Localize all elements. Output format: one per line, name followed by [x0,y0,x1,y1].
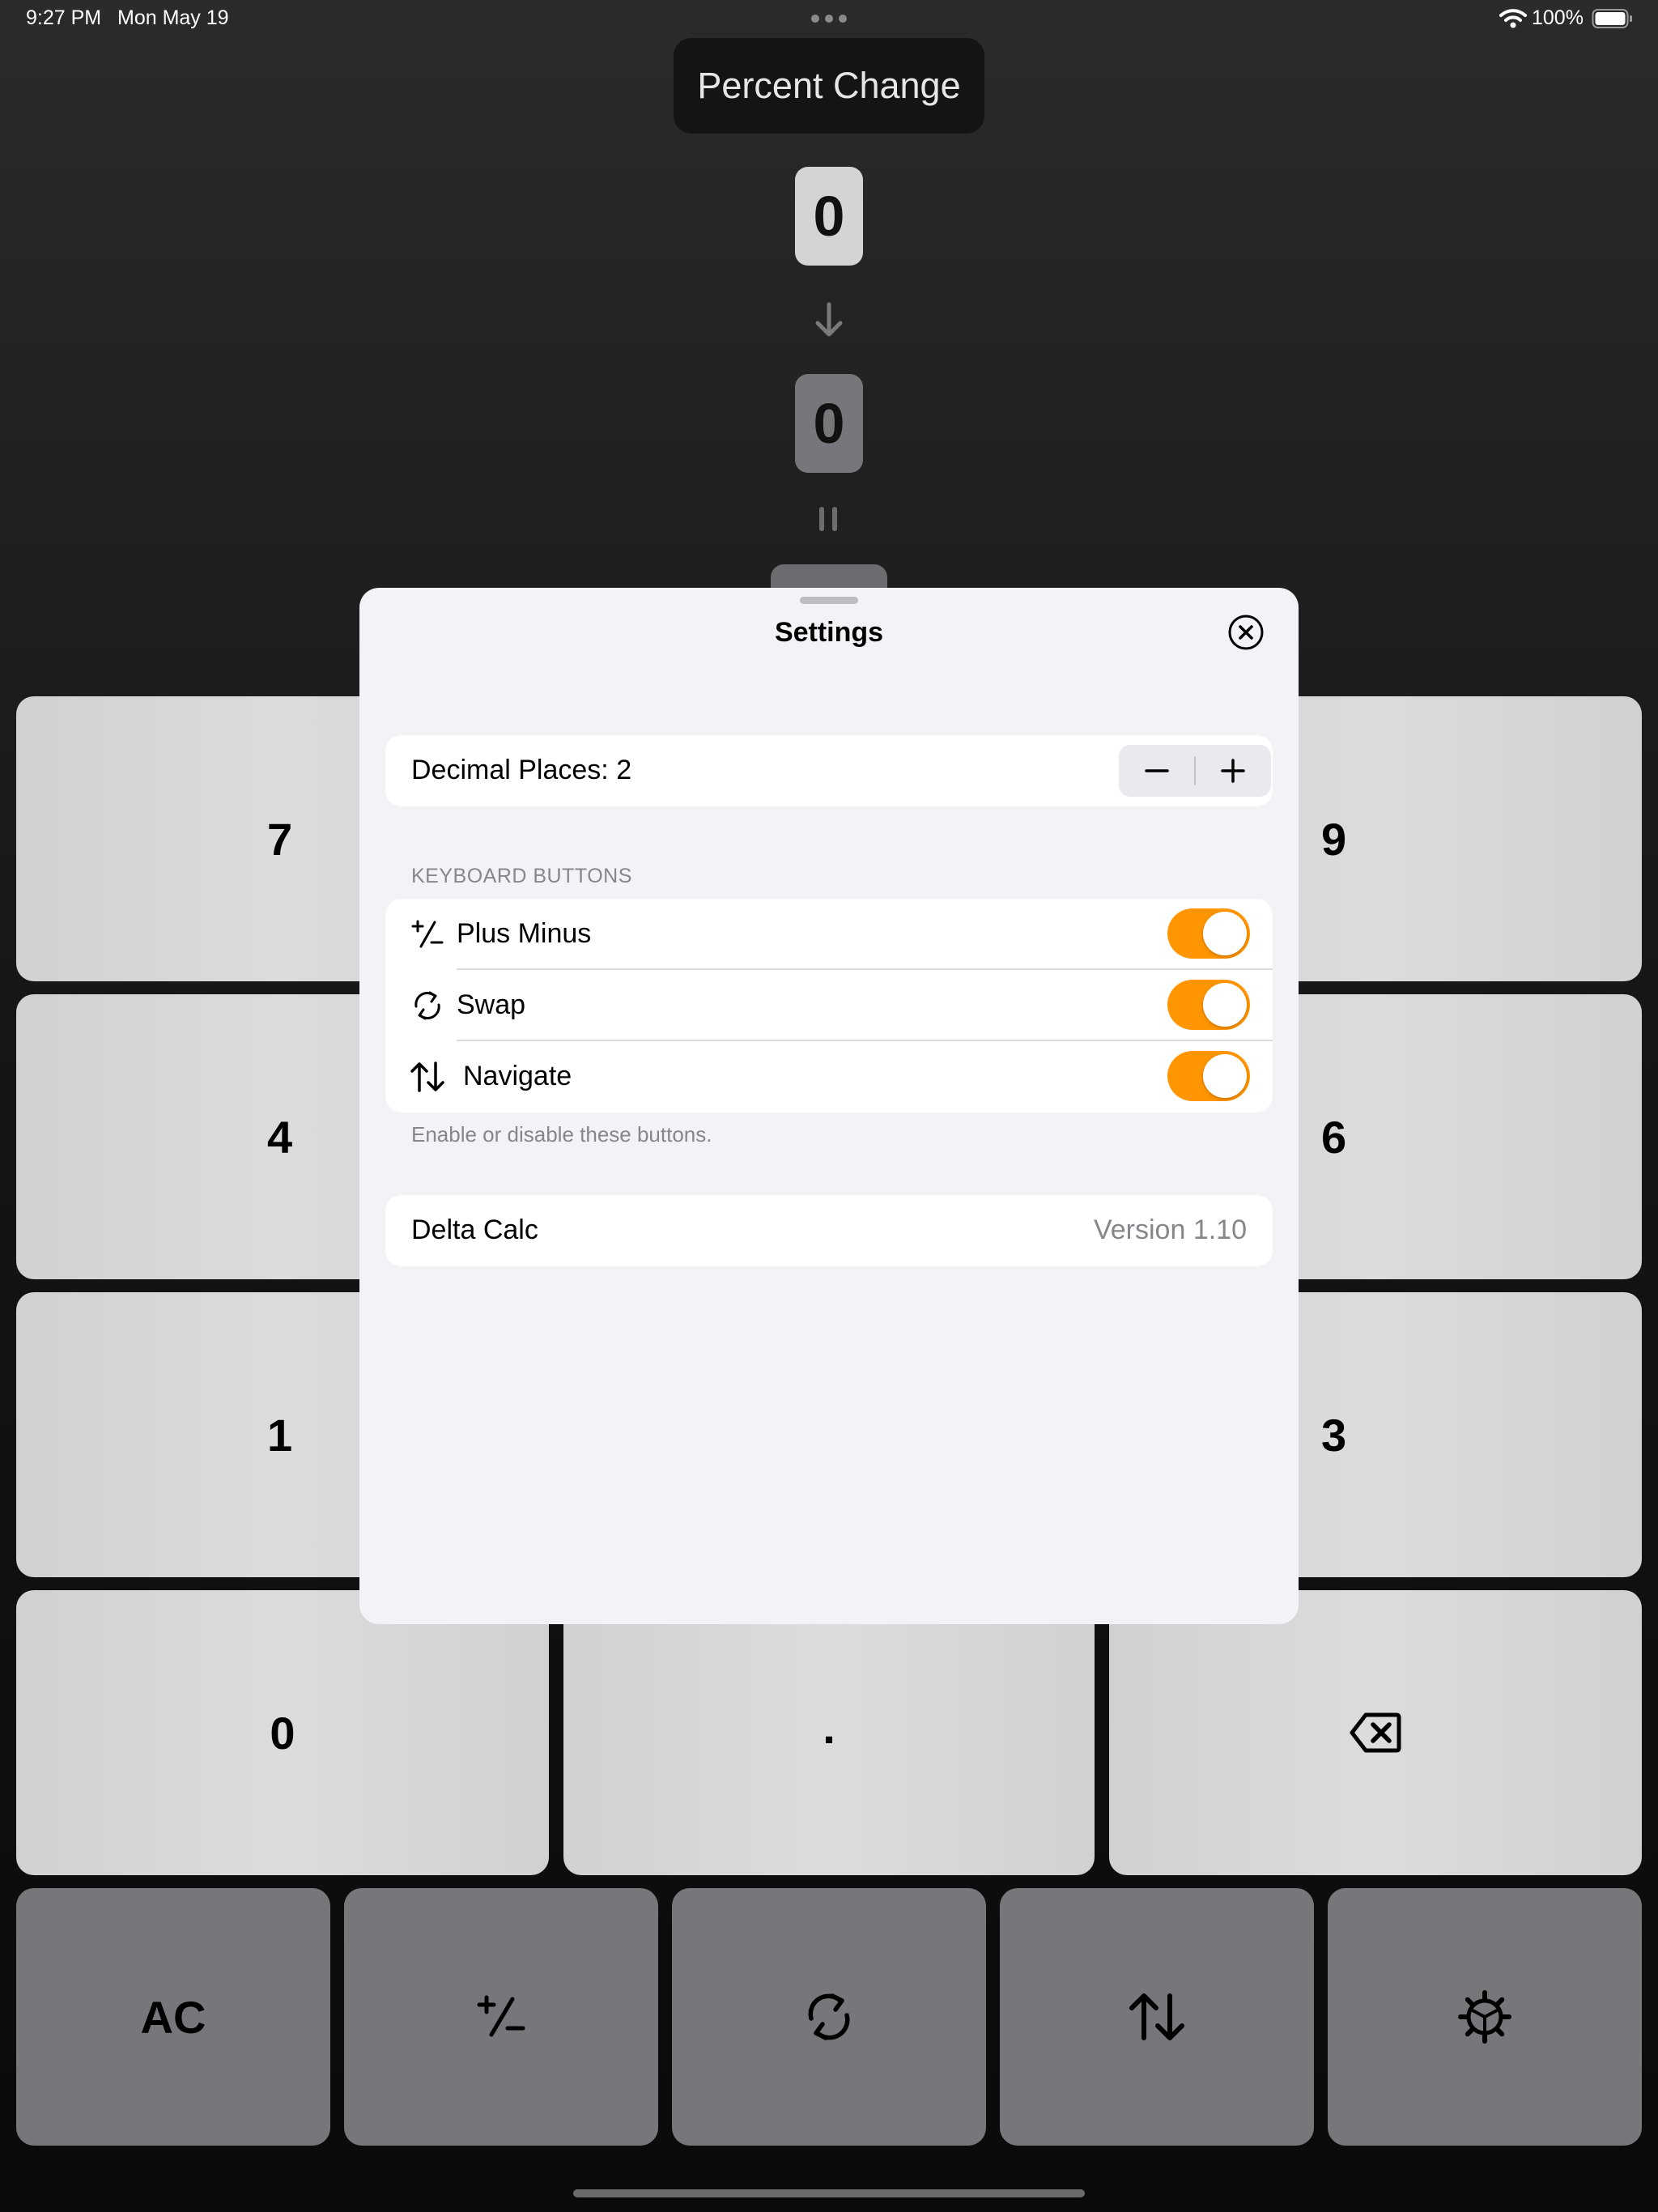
navigate-button[interactable] [1000,1888,1314,2146]
plus-icon [1221,759,1245,783]
mode-selector[interactable]: Percent Change [674,38,984,134]
navigate-icon [410,1059,445,1095]
home-indicator[interactable] [573,2189,1085,2197]
keyboard-buttons-card: Plus Minus Swap Navigate [385,899,1273,1112]
battery-percent: 100% [1532,6,1584,29]
backspace-key[interactable] [1109,1590,1642,1875]
clear-button[interactable]: AC [16,1888,330,2146]
navigate-toggle[interactable] [1167,1051,1250,1101]
backspace-icon [1350,1712,1401,1753]
settings-sheet: Settings Decimal Places: 2 KEYBOARD BUTT… [359,588,1299,1624]
increment-button[interactable] [1195,745,1271,797]
decimal-places-stepper [1119,745,1271,797]
row-separator [457,968,1273,970]
keyboard-section-header: KEYBOARD BUTTONS [411,865,632,887]
battery-icon [1592,8,1634,29]
swap-button[interactable] [672,1888,986,2146]
minus-icon [1145,769,1169,772]
toggle-knob [1203,1054,1247,1098]
plus-minus-toggle[interactable] [1167,908,1250,959]
status-date: Mon May 19 [117,6,229,29]
plus-minus-icon [410,917,445,952]
navigate-label: Navigate [463,1061,572,1091]
navigate-icon [1129,1993,1184,2040]
plus-minus-label: Plus Minus [457,918,592,949]
wifi-icon [1499,8,1527,29]
swap-toggle[interactable] [1167,980,1250,1030]
toggle-knob [1203,912,1247,955]
decimal-places-label: Decimal Places: 2 [411,755,632,785]
swap-icon [410,988,445,1023]
settings-button[interactable] [1328,1888,1642,2146]
gear-icon [1458,1990,1511,2044]
to-value-field[interactable]: 0 [795,374,863,473]
settings-title: Settings [774,617,884,648]
swap-icon [808,1993,850,2040]
from-value-field[interactable]: 0 [795,167,863,266]
toggle-knob [1203,983,1247,1027]
status-time: 9:27 PM [26,6,102,29]
keyboard-footer-note: Enable or disable these buttons. [411,1122,712,1146]
close-circle-icon [1228,615,1264,650]
plus-minus-icon [477,1995,525,2037]
sheet-grabber[interactable] [800,597,858,604]
multitasking-dots-icon[interactable] [811,15,847,24]
row-separator [457,1040,1273,1041]
key-decimal[interactable]: . [563,1590,1095,1875]
decrement-button[interactable] [1119,745,1195,797]
close-button[interactable] [1227,614,1265,651]
plus-minus-button[interactable] [344,1888,658,2146]
swap-label: Swap [457,989,526,1020]
about-row: Delta Calc Version 1.10 [385,1195,1273,1266]
equals-icon [819,507,837,531]
arrow-down-icon [813,301,845,338]
app-version: Version 1.10 [1093,1214,1247,1245]
key-0[interactable]: 0 [16,1590,549,1875]
decimal-places-row: Decimal Places: 2 [385,735,1273,806]
app-name: Delta Calc [411,1214,538,1245]
